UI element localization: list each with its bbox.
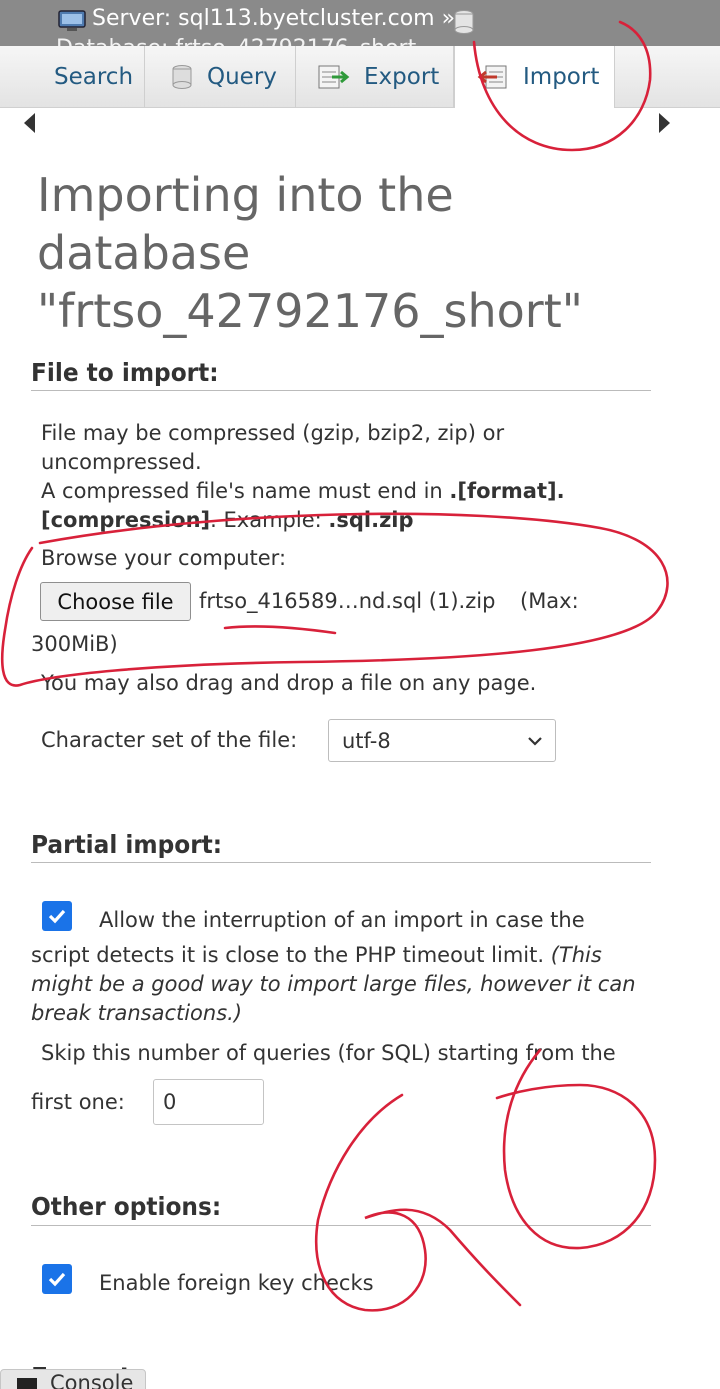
- allow-interrupt-checkbox[interactable]: [42, 901, 72, 931]
- chevron-down-icon: [528, 737, 542, 746]
- tab-label: Import: [523, 64, 600, 90]
- query-icon: [171, 64, 193, 90]
- tab-label: Export: [364, 64, 440, 90]
- file-section-heading: File to import:: [31, 358, 219, 387]
- compression-info-line: [compression]. Example: .sql.zip: [41, 508, 414, 532]
- allow-interrupt-note: might be a good way to import large file…: [31, 972, 636, 996]
- skip-queries-input[interactable]: 0: [153, 1079, 264, 1125]
- allow-interrupt-label: script detects it is close to the PHP ti…: [31, 943, 602, 967]
- skip-queries-label: Skip this number of queries (for SQL) st…: [41, 1041, 616, 1065]
- partial-section-heading: Partial import:: [31, 830, 223, 859]
- section-divider: [31, 1225, 651, 1226]
- tab-bar: Search Query Export Import: [0, 46, 720, 133]
- server-icon: [58, 10, 86, 31]
- charset-value: utf-8: [342, 728, 391, 753]
- choose-file-button[interactable]: Choose file: [40, 582, 191, 621]
- export-icon: [318, 64, 350, 90]
- scroll-left-icon[interactable]: [24, 113, 35, 133]
- foreign-key-label: Enable foreign key checks: [99, 1271, 374, 1295]
- import-icon: [477, 64, 509, 90]
- skip-queries-label: first one:: [31, 1090, 125, 1114]
- checkmark-icon: [48, 909, 66, 924]
- section-divider: [31, 390, 651, 391]
- page-title: Importing into the database "frtso_42792…: [37, 168, 583, 338]
- checkmark-icon: [48, 1272, 66, 1287]
- database-breadcrumb[interactable]: Database: frtso_42792176_short: [56, 36, 416, 46]
- compression-info-line: uncompressed.: [41, 450, 202, 474]
- charset-select[interactable]: utf-8: [328, 719, 556, 762]
- tab-import[interactable]: Import: [454, 46, 615, 108]
- tab-label: Query: [207, 64, 277, 90]
- zero-digit-scribble: [495, 1048, 657, 1250]
- tab-export[interactable]: Export: [296, 46, 454, 108]
- server-breadcrumb-bar: Server: sql113.byetcluster.com » Databas…: [0, 0, 720, 46]
- console-label: Console: [50, 1371, 134, 1389]
- skip-queries-value: 0: [163, 1090, 177, 1114]
- database-icon: [454, 10, 474, 34]
- tab-query[interactable]: Query: [145, 46, 296, 108]
- allow-interrupt-label: Allow the interruption of an import in c…: [99, 908, 585, 932]
- foreign-key-checkbox[interactable]: [42, 1264, 72, 1294]
- max-size-value: 300MiB): [31, 632, 118, 656]
- server-breadcrumb[interactable]: Server: sql113.byetcluster.com »: [92, 6, 455, 31]
- scroll-right-icon[interactable]: [659, 113, 670, 133]
- filename-underline: [223, 625, 337, 635]
- section-divider: [31, 862, 651, 863]
- console-icon: [17, 1378, 37, 1389]
- max-size-label: (Max:: [520, 589, 579, 613]
- tab-label: Search: [54, 64, 134, 90]
- drag-drop-hint: You may also drag and drop a file on any…: [41, 671, 537, 695]
- selected-file-name: frtso_416589…nd.sql (1).zip: [199, 589, 496, 613]
- allow-interrupt-note: break transactions.): [31, 1001, 243, 1025]
- console-button[interactable]: Console: [0, 1369, 146, 1389]
- tab-search[interactable]: Search: [0, 46, 145, 108]
- charset-label: Character set of the file:: [41, 728, 298, 752]
- other-options-heading: Other options:: [31, 1192, 222, 1221]
- compression-info-line: File may be compressed (gzip, bzip2, zip…: [41, 421, 505, 445]
- browse-label: Browse your computer:: [41, 546, 287, 570]
- compression-info-line: A compressed file's name must end in .[f…: [41, 479, 565, 503]
